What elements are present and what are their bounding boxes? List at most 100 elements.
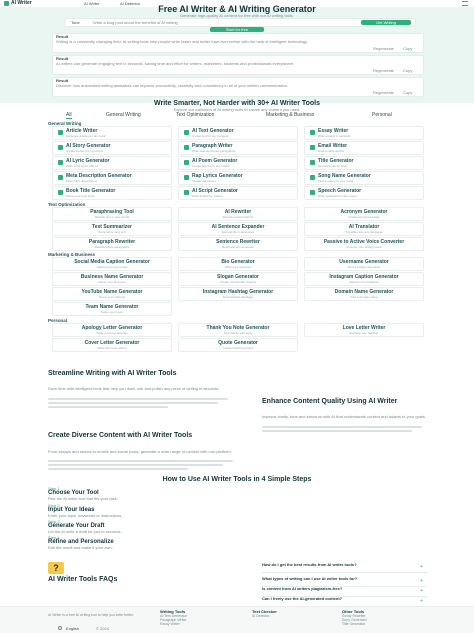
tool-icon <box>184 145 189 150</box>
tool-desc: Create poems on any theme <box>192 163 230 168</box>
plus-icon: + <box>420 588 423 594</box>
tool-card[interactable]: Paragraph Rewriter Rewrite whole paragrap… <box>52 237 172 251</box>
tool-icon <box>184 175 189 180</box>
optimization-tools-grid: Paraphrasing Tool Rewrite text in new wor… <box>52 207 424 252</box>
plus-icon: + <box>420 578 423 584</box>
feature-text-3: From essays and stories to emails and so… <box>48 449 232 454</box>
tool-card[interactable]: Acronym Generator Create acronyms easily <box>304 207 424 221</box>
tool-card[interactable]: Instagram Caption Generator Captions for … <box>304 272 424 286</box>
result-text: Writing is a constantly changing field. … <box>56 39 308 44</box>
tool-card[interactable]: Love Letter Writer Express your feelings <box>304 323 424 337</box>
tool-card[interactable]: Cover Letter Generator Write job cover le… <box>52 338 172 352</box>
tool-card[interactable]: Slogan Generator Create memorable slogans <box>178 272 298 286</box>
tool-card[interactable]: Title Generator Generate catchy titles <box>304 156 424 170</box>
tone-select[interactable]: Tone <box>71 20 80 25</box>
faq-heading: AI Writer Tools FAQs <box>48 576 118 583</box>
tool-desc: Write SEO descriptions <box>66 178 97 183</box>
tool-card[interactable]: Speech Generator Write speeches for any e… <box>304 186 424 200</box>
language-select[interactable]: English <box>66 626 79 631</box>
tool-desc: Rewrite content with AI <box>222 214 254 219</box>
tab-marketing[interactable]: Marketing & Business <box>266 112 314 118</box>
copy-button[interactable]: Copy <box>403 68 412 73</box>
tool-card[interactable]: Business Name Generator Name your busines… <box>52 272 172 286</box>
tool-desc: Say thanks with style <box>223 330 252 335</box>
tool-card[interactable]: Social Media Caption Generator Captions f… <box>52 257 172 271</box>
tool-desc: Find a domain name <box>350 294 378 299</box>
get-writing-button[interactable]: Get Writing <box>361 20 411 25</box>
tab-text-optimization[interactable]: Text Optimization <box>176 112 214 118</box>
tool-desc: Write essays in seconds <box>318 133 351 138</box>
tool-card[interactable]: YouTube Name Generator Name your channel <box>52 287 172 301</box>
tool-desc: Write a sincere apology <box>96 330 128 335</box>
faq-item-4[interactable]: Can I freely use the AI-generated conten… <box>262 596 427 605</box>
footer-link[interactable]: Essay Writer <box>160 622 230 626</box>
regenerate-button[interactable]: Regenerate <box>373 68 394 73</box>
tool-card[interactable]: Username Generator Find a unique username <box>304 257 424 271</box>
regenerate-button[interactable]: Regenerate <box>373 46 394 51</box>
step-text: Edit the result and make it your own. <box>48 545 113 550</box>
tool-desc: Find relevant hashtags <box>222 294 254 299</box>
tool-card[interactable]: Song Name Generator Find a name for your … <box>304 171 424 185</box>
tool-icon <box>310 130 315 135</box>
prompt-input[interactable]: Write a blog post about the benefits of … <box>93 20 178 25</box>
tool-desc: Create stories from prompts <box>66 148 104 153</box>
footer-link[interactable]: Title Generator <box>342 622 412 626</box>
feature-lines-2 <box>262 426 432 432</box>
tool-desc: Rewrite whole paragraphs <box>94 244 130 249</box>
tab-general-writing[interactable]: General Writing <box>106 112 141 118</box>
tool-icon <box>310 160 315 165</box>
tool-card[interactable]: AI Poem Generator Create poems on any the… <box>178 156 298 170</box>
tools-tabs: All General Writing Text Optimization Ma… <box>0 112 474 120</box>
tool-card[interactable]: Passive to Active Voice Converter Improve… <box>304 237 424 251</box>
tool-card[interactable]: Apology Letter Generator Write a sincere … <box>52 323 172 337</box>
marketing-tools-grid: Social Media Caption Generator Captions f… <box>52 257 424 317</box>
tool-icon <box>184 160 189 165</box>
personal-tools-grid: Apology Letter Generator Write a sincere … <box>52 323 424 353</box>
tool-icon <box>310 145 315 150</box>
tool-card[interactable]: AI Script Generator Write scripts for vid… <box>178 186 298 200</box>
tool-card[interactable]: AI Rewriter Rewrite content with AI <box>178 207 298 221</box>
tool-card[interactable]: Instagram Hashtag Generator Find relevant… <box>178 287 298 301</box>
tool-card[interactable]: AI Sentence Expander Expand short sentenc… <box>178 222 298 236</box>
regenerate-button[interactable]: Regenerate <box>373 90 394 95</box>
tool-card[interactable]: Quote Generator Create inspiring quotes <box>178 338 298 352</box>
tool-card[interactable]: AI Story Generator Create stories from pr… <box>52 141 172 155</box>
footer-link[interactable]: AI Detector <box>252 614 322 618</box>
tab-personal[interactable]: Personal <box>372 112 392 118</box>
tool-card[interactable]: AI Translator Translate into any language <box>304 222 424 236</box>
tool-desc: Create inspiring quotes <box>222 345 254 350</box>
tool-card[interactable]: AI Text Generator Create text for any pur… <box>178 126 298 140</box>
tool-card[interactable]: Essay Writer Write essays in seconds <box>304 126 424 140</box>
faq-item-1[interactable]: How do I get the best results from AI wr… <box>262 562 427 573</box>
tool-card[interactable]: AI Lyric Generator Write song lyrics with… <box>52 156 172 170</box>
tool-card[interactable]: Rap Lyrics Generator Create rap verses <box>178 171 298 185</box>
tool-card[interactable]: Book Title Generator Name your next book <box>52 186 172 200</box>
tool-desc: Name your business <box>98 279 126 284</box>
tool-card[interactable]: Paraphrasing Tool Rewrite text in new wor… <box>52 207 172 221</box>
tool-desc: Name your next book <box>66 193 95 198</box>
step-text: Enter your topic, keywords or instructio… <box>48 513 123 518</box>
tool-card[interactable]: Bio Generator Write a personal bio <box>178 257 298 271</box>
tool-card[interactable]: Meta Description Generator Write SEO desc… <box>52 171 172 185</box>
tool-card[interactable]: Email Writer Draft emails quickly <box>304 141 424 155</box>
tab-all[interactable]: All <box>66 112 72 119</box>
tool-desc: Find a name for your song <box>318 178 354 183</box>
tool-card[interactable]: Thank You Note Generator Say thanks with … <box>178 323 298 337</box>
copy-button[interactable]: Copy <box>403 46 412 51</box>
tool-card[interactable]: Domain Name Generator Find a domain name <box>304 287 424 301</box>
tool-desc: Create acronyms easily <box>348 214 380 219</box>
tool-card[interactable]: Text Summarizer Summarize long text <box>52 222 172 236</box>
start-free-button[interactable]: Start for free <box>210 27 264 32</box>
tool-icon <box>184 190 189 195</box>
copy-button[interactable]: Copy <box>403 90 412 95</box>
question-icon: ? <box>53 563 59 573</box>
tool-icon <box>58 175 63 180</box>
tool-card[interactable]: Paragraph Writer Write well-structured pa… <box>178 141 298 155</box>
tool-card[interactable]: Team Name Generator Name your team <box>52 302 172 316</box>
tool-desc: Draft emails quickly <box>318 148 345 153</box>
tool-card[interactable]: Sentence Rewriter Rephrase any sentence <box>178 237 298 251</box>
tool-desc: Name your channel <box>98 294 125 299</box>
tool-icon <box>58 190 63 195</box>
tool-desc: Write well-structured paragraphs <box>192 148 236 153</box>
tool-card[interactable]: Article Writer Generate articles on any t… <box>52 126 172 140</box>
